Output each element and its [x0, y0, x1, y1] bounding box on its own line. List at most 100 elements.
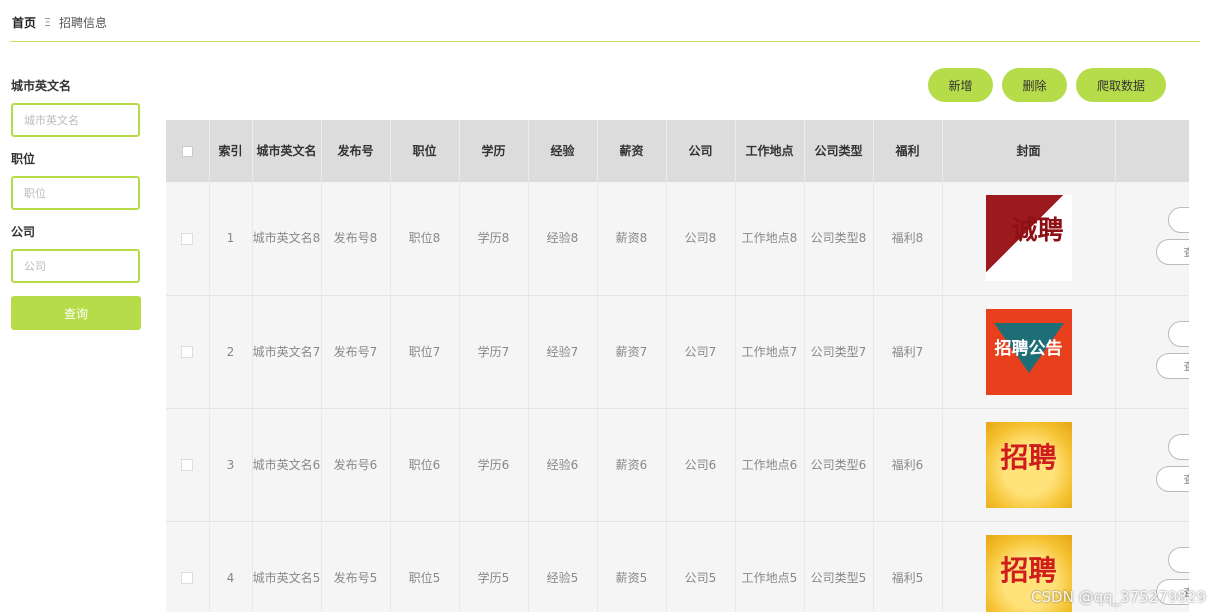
- cover-image-text: 招聘: [1000, 553, 1057, 587]
- table-row[interactable]: 1 城市英文名8 发布号8 职位8 学历8 经验8 薪资8 公司8 工作地点8 …: [166, 182, 1189, 296]
- cell-city: 城市英文名5: [252, 521, 322, 612]
- company-label: 公司: [11, 225, 36, 239]
- table-row[interactable]: 3 城市英文名6 发布号6 职位6 学历6 经验6 薪资6 公司6 工作地点6 …: [166, 408, 1189, 522]
- cell-index: 2: [209, 295, 253, 409]
- row-select-cell: [166, 521, 210, 612]
- cell-position: 职位7: [390, 295, 460, 409]
- cell-cover: 招聘公告: [942, 295, 1116, 409]
- position-input[interactable]: [11, 176, 140, 210]
- cell-cover: 诚聘: [942, 182, 1116, 296]
- cell-welfare: 福利7: [873, 295, 943, 409]
- select-all-checkbox[interactable]: [181, 146, 193, 157]
- cell-company-type: 公司类型8: [804, 182, 874, 296]
- table-header-row: 索引 城市英文名 发布号 职位 学历 经验 薪资 公司 工作地点 公司类型 福利…: [166, 120, 1189, 182]
- header-post-no: 发布号: [321, 120, 391, 182]
- delete-button[interactable]: 删除: [1002, 68, 1067, 102]
- city-input[interactable]: [11, 103, 140, 137]
- cover-image-text: 招聘: [1000, 440, 1057, 474]
- cell-city: 城市英文名7: [252, 295, 322, 409]
- cell-welfare: 福利5: [873, 521, 943, 612]
- cell-company-type: 公司类型5: [804, 521, 874, 612]
- cell-company: 公司6: [666, 408, 736, 522]
- header-divider: [10, 41, 1200, 42]
- cell-post-no: 发布号6: [321, 408, 391, 522]
- cell-post-no: 发布号5: [321, 521, 391, 612]
- cell-experience: 经验5: [528, 521, 598, 612]
- add-button[interactable]: 新增: [928, 68, 993, 102]
- breadcrumb: 首页 Ξ 招聘信息: [12, 14, 107, 30]
- header-welfare: 福利: [873, 120, 943, 182]
- header-education: 学历: [459, 120, 529, 182]
- cell-welfare: 福利6: [873, 408, 943, 522]
- header-company-type: 公司类型: [804, 120, 874, 182]
- cell-city: 城市英文名8: [252, 182, 322, 296]
- header-cover: 封面: [942, 120, 1116, 182]
- cell-location: 工作地点7: [735, 295, 805, 409]
- cell-company: 公司5: [666, 521, 736, 612]
- header-location: 工作地点: [735, 120, 805, 182]
- detail-button[interactable]: [1167, 320, 1189, 347]
- cell-index: 4: [209, 521, 253, 612]
- view-button[interactable]: 查: [1155, 352, 1189, 379]
- cell-salary: 薪资8: [597, 182, 667, 296]
- header-experience: 经验: [528, 120, 598, 182]
- breadcrumb-home[interactable]: 首页: [12, 14, 36, 31]
- city-label: 城市英文名: [11, 79, 72, 93]
- cover-image: 诚聘: [985, 195, 1072, 282]
- cell-post-no: 发布号7: [321, 295, 391, 409]
- cell-location: 工作地点5: [735, 521, 805, 612]
- cell-post-no: 发布号8: [321, 182, 391, 296]
- cell-company: 公司8: [666, 182, 736, 296]
- table-row[interactable]: 2 城市英文名7 发布号7 职位7 学历7 经验7 薪资7 公司7 工作地点7 …: [166, 295, 1189, 409]
- cell-location: 工作地点8: [735, 182, 805, 296]
- row-checkbox[interactable]: [181, 572, 194, 584]
- cell-education: 学历6: [459, 408, 529, 522]
- cell-operations: 查: [1115, 182, 1189, 296]
- cell-company-type: 公司类型6: [804, 408, 874, 522]
- header-operations: [1115, 120, 1189, 182]
- crawl-data-button[interactable]: 爬取数据: [1076, 68, 1166, 102]
- cell-operations: 查: [1115, 408, 1189, 522]
- select-all-cell: [166, 120, 210, 182]
- cell-experience: 经验6: [528, 408, 598, 522]
- cell-city: 城市英文名6: [252, 408, 322, 522]
- search-button[interactable]: 查询: [11, 296, 141, 330]
- cell-welfare: 福利8: [873, 182, 943, 296]
- row-select-cell: [166, 295, 210, 409]
- position-label: 职位: [11, 152, 36, 166]
- cell-experience: 经验7: [528, 295, 598, 409]
- cell-operations: 查: [1115, 295, 1189, 409]
- cell-education: 学历7: [459, 295, 529, 409]
- cell-education: 学历5: [459, 521, 529, 612]
- row-checkbox[interactable]: [181, 459, 194, 471]
- header-company: 公司: [666, 120, 736, 182]
- cell-experience: 经验8: [528, 182, 598, 296]
- view-button[interactable]: 查: [1155, 465, 1189, 492]
- cell-position: 职位5: [390, 521, 460, 612]
- cell-company: 公司7: [666, 295, 736, 409]
- search-form: 城市英文名 职位 公司: [11, 78, 141, 297]
- header-index: 索引: [209, 120, 253, 182]
- view-button[interactable]: 查: [1155, 239, 1189, 265]
- cell-company-type: 公司类型7: [804, 295, 874, 409]
- cell-position: 职位6: [390, 408, 460, 522]
- row-select-cell: [166, 182, 210, 296]
- cell-location: 工作地点6: [735, 408, 805, 522]
- cover-image: 招聘: [985, 421, 1072, 508]
- cell-cover: 招聘: [942, 408, 1116, 522]
- detail-button[interactable]: [1167, 207, 1189, 233]
- cell-salary: 薪资7: [597, 295, 667, 409]
- detail-button[interactable]: [1167, 433, 1189, 460]
- header-city: 城市英文名: [252, 120, 322, 182]
- row-checkbox[interactable]: [181, 346, 194, 358]
- cover-image-text: 诚聘: [1011, 216, 1064, 247]
- row-select-cell: [166, 408, 210, 522]
- cover-image: 招聘公告: [985, 308, 1072, 395]
- data-table: 索引 城市英文名 发布号 职位 学历 经验 薪资 公司 工作地点 公司类型 福利…: [166, 120, 1189, 612]
- detail-button[interactable]: [1167, 546, 1189, 573]
- row-checkbox[interactable]: [181, 232, 194, 245]
- cover-image-text: 招聘公告: [994, 338, 1063, 359]
- breadcrumb-separator-icon: Ξ: [44, 15, 51, 29]
- cell-salary: 薪资6: [597, 408, 667, 522]
- company-input[interactable]: [11, 249, 140, 283]
